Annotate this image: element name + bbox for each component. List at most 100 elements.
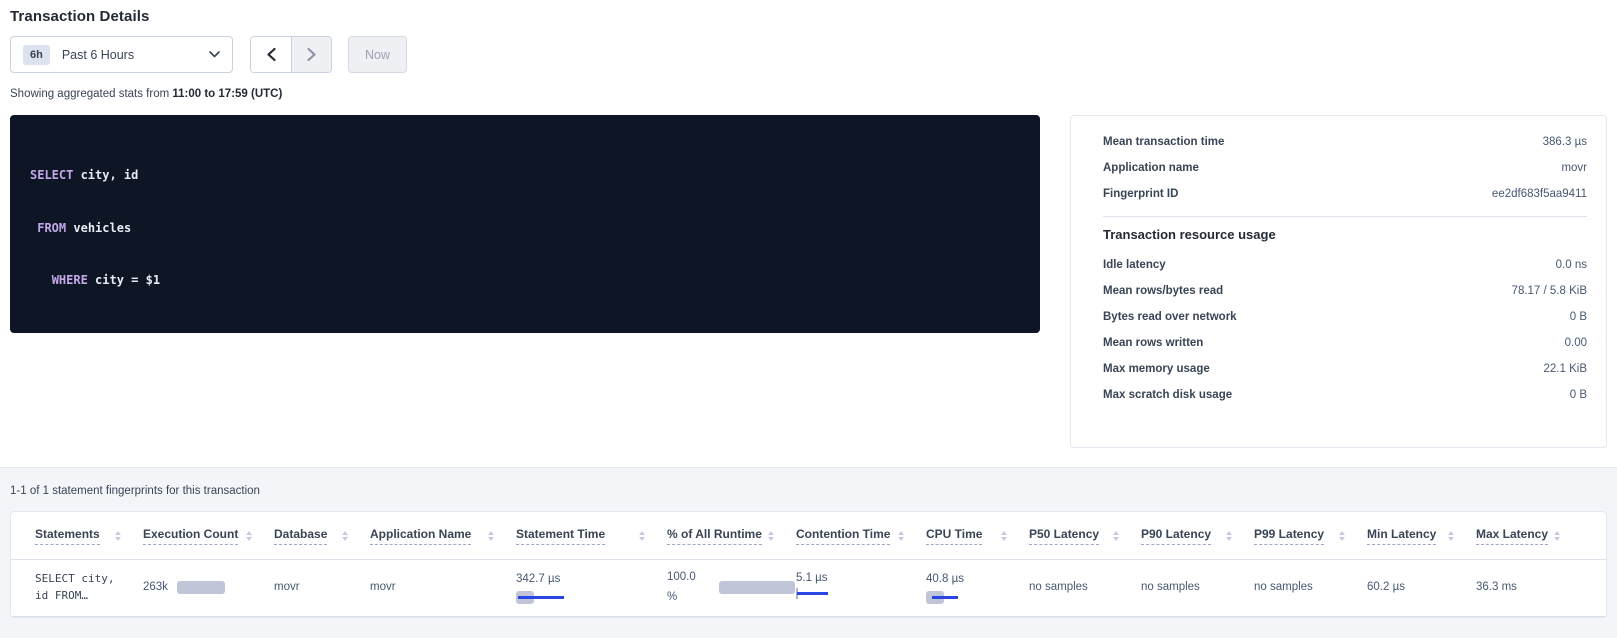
summary-label: Mean rows written	[1103, 337, 1203, 349]
column-header-p50-latency[interactable]: P50 Latency	[1029, 527, 1141, 545]
cell-application-name: movr	[370, 581, 516, 593]
summary-label: Fingerprint ID	[1103, 188, 1178, 200]
cell-execution-count: 263k	[143, 581, 274, 594]
contention-time-bar	[796, 588, 830, 602]
sql-text: city = $1	[88, 273, 160, 287]
sql-line: SELECT city, id	[30, 167, 1020, 185]
sort-icon[interactable]	[898, 531, 904, 541]
statements-section: 1-1 of 1 statement fingerprints for this…	[0, 467, 1617, 638]
column-header-p90-latency[interactable]: P90 Latency	[1141, 527, 1254, 545]
caption-time-range: 11:00 to 17:59 (UTC)	[172, 88, 282, 100]
sort-icon[interactable]	[1339, 531, 1345, 541]
statements-count-caption: 1-1 of 1 statement fingerprints for this…	[10, 485, 1617, 497]
resource-usage-title: Transaction resource usage	[1103, 227, 1587, 242]
statement-time-value: 342.7 µs	[516, 569, 562, 589]
summary-row: Max scratch disk usage 0 B	[1103, 382, 1587, 408]
cell-p99-latency: no samples	[1254, 581, 1367, 593]
sort-icon[interactable]	[488, 531, 494, 541]
cell-p90-latency: no samples	[1141, 581, 1254, 593]
summary-row: Mean rows written 0.00	[1103, 330, 1587, 356]
cell-p50-latency: no samples	[1029, 581, 1141, 593]
summary-label: Mean rows/bytes read	[1103, 285, 1223, 297]
chevron-left-icon	[267, 48, 276, 61]
cell-cpu-time: 40.8 µs	[926, 569, 1029, 605]
column-header-max-latency[interactable]: Max Latency	[1476, 527, 1582, 545]
sort-icon[interactable]	[768, 531, 774, 541]
summary-value: 22.1 KiB	[1544, 363, 1587, 375]
transaction-summary-card: Mean transaction time 386.3 µs Applicati…	[1070, 115, 1607, 448]
sort-icon[interactable]	[246, 531, 252, 541]
column-header-min-latency[interactable]: Min Latency	[1367, 527, 1476, 545]
pct-runtime-bar	[719, 581, 795, 594]
column-header-database[interactable]: Database	[274, 527, 370, 545]
cell-statement-time: 342.7 µs	[516, 569, 667, 605]
sql-line: WHERE city = $1	[30, 272, 1020, 290]
summary-label: Max scratch disk usage	[1103, 389, 1232, 401]
time-range-badge: 6h	[23, 45, 50, 65]
summary-value: movr	[1561, 162, 1587, 174]
cell-statement-fingerprint[interactable]: SELECT city, id FROM…	[35, 570, 143, 604]
column-header-cpu-time[interactable]: CPU Time	[926, 527, 1029, 545]
sort-icon[interactable]	[115, 531, 121, 541]
sort-icon[interactable]	[342, 531, 348, 541]
execution-count-bar	[177, 581, 225, 594]
summary-value: 0.0 ns	[1556, 259, 1587, 271]
summary-value: ee2df683f5aa9411	[1492, 188, 1587, 200]
chevron-down-icon	[209, 51, 220, 58]
cell-database: movr	[274, 581, 370, 593]
column-header-pct-of-all-runtime[interactable]: % of All Runtime	[667, 527, 796, 545]
cpu-time-value: 40.8 µs	[926, 569, 966, 589]
column-header-statement-time[interactable]: Statement Time	[516, 527, 667, 545]
sort-icon[interactable]	[1226, 531, 1232, 541]
time-range-dropdown[interactable]: 6h Past 6 Hours	[10, 36, 233, 73]
cell-contention-time: 5.1 µs	[796, 572, 926, 602]
sort-icon[interactable]	[1113, 531, 1119, 541]
execution-count-value: 263k	[143, 581, 168, 593]
sql-keyword: FROM	[37, 221, 66, 235]
sql-indent	[30, 273, 52, 287]
summary-label: Application name	[1103, 162, 1199, 174]
pct-runtime-value: 100.0 %	[667, 567, 709, 607]
summary-value: 0.00	[1565, 337, 1587, 349]
summary-row: Max memory usage 22.1 KiB	[1103, 356, 1587, 382]
sort-icon[interactable]	[639, 531, 645, 541]
cell-pct-of-all-runtime: 100.0 %	[667, 567, 796, 607]
caption-prefix: Showing aggregated stats from	[10, 88, 172, 100]
statements-table: Statements Execution Count Database Appl…	[10, 511, 1607, 618]
summary-row: Mean rows/bytes read 78.17 / 5.8 KiB	[1103, 278, 1587, 304]
sql-keyword: SELECT	[30, 168, 73, 182]
sql-text: city, id	[73, 168, 138, 182]
summary-row: Idle latency 0.0 ns	[1103, 252, 1587, 278]
sql-line: FROM vehicles	[30, 220, 1020, 238]
previous-interval-button[interactable]	[251, 37, 291, 72]
next-interval-button[interactable]	[291, 37, 331, 72]
time-nav-group	[250, 36, 332, 73]
column-header-execution-count[interactable]: Execution Count	[143, 527, 274, 545]
summary-label: Idle latency	[1103, 259, 1166, 271]
cell-max-latency: 36.3 ms	[1476, 581, 1582, 593]
sort-icon[interactable]	[1001, 531, 1007, 541]
summary-label: Max memory usage	[1103, 363, 1210, 375]
summary-label: Bytes read over network	[1103, 311, 1237, 323]
summary-value: 78.17 / 5.8 KiB	[1512, 285, 1587, 297]
aggregated-stats-caption: Showing aggregated stats from 11:00 to 1…	[10, 88, 1617, 100]
time-toolbar: 6h Past 6 Hours Now	[10, 36, 1617, 73]
column-header-application-name[interactable]: Application Name	[370, 527, 516, 545]
column-header-statements[interactable]: Statements	[35, 527, 143, 545]
summary-value: 386.3 µs	[1543, 136, 1587, 148]
column-header-contention-time[interactable]: Contention Time	[796, 527, 926, 545]
sql-text: vehicles	[66, 221, 131, 235]
statement-time-bar	[516, 591, 566, 605]
now-button[interactable]: Now	[348, 36, 407, 73]
contention-time-value: 5.1 µs	[796, 572, 926, 584]
details-main-row: SELECT city, id FROM vehicles WHERE city…	[0, 115, 1617, 475]
sort-icon[interactable]	[1448, 531, 1454, 541]
summary-row: Application name movr	[1103, 155, 1587, 181]
statement-row: SELECT city, id FROM… 263k movr movr 342…	[11, 560, 1606, 617]
summary-divider	[1103, 216, 1587, 217]
sort-icon[interactable]	[1554, 531, 1560, 541]
summary-value: 0 B	[1570, 311, 1587, 323]
column-header-p99-latency[interactable]: P99 Latency	[1254, 527, 1367, 545]
sql-keyword: WHERE	[52, 273, 88, 287]
statements-table-header: Statements Execution Count Database Appl…	[11, 512, 1606, 560]
